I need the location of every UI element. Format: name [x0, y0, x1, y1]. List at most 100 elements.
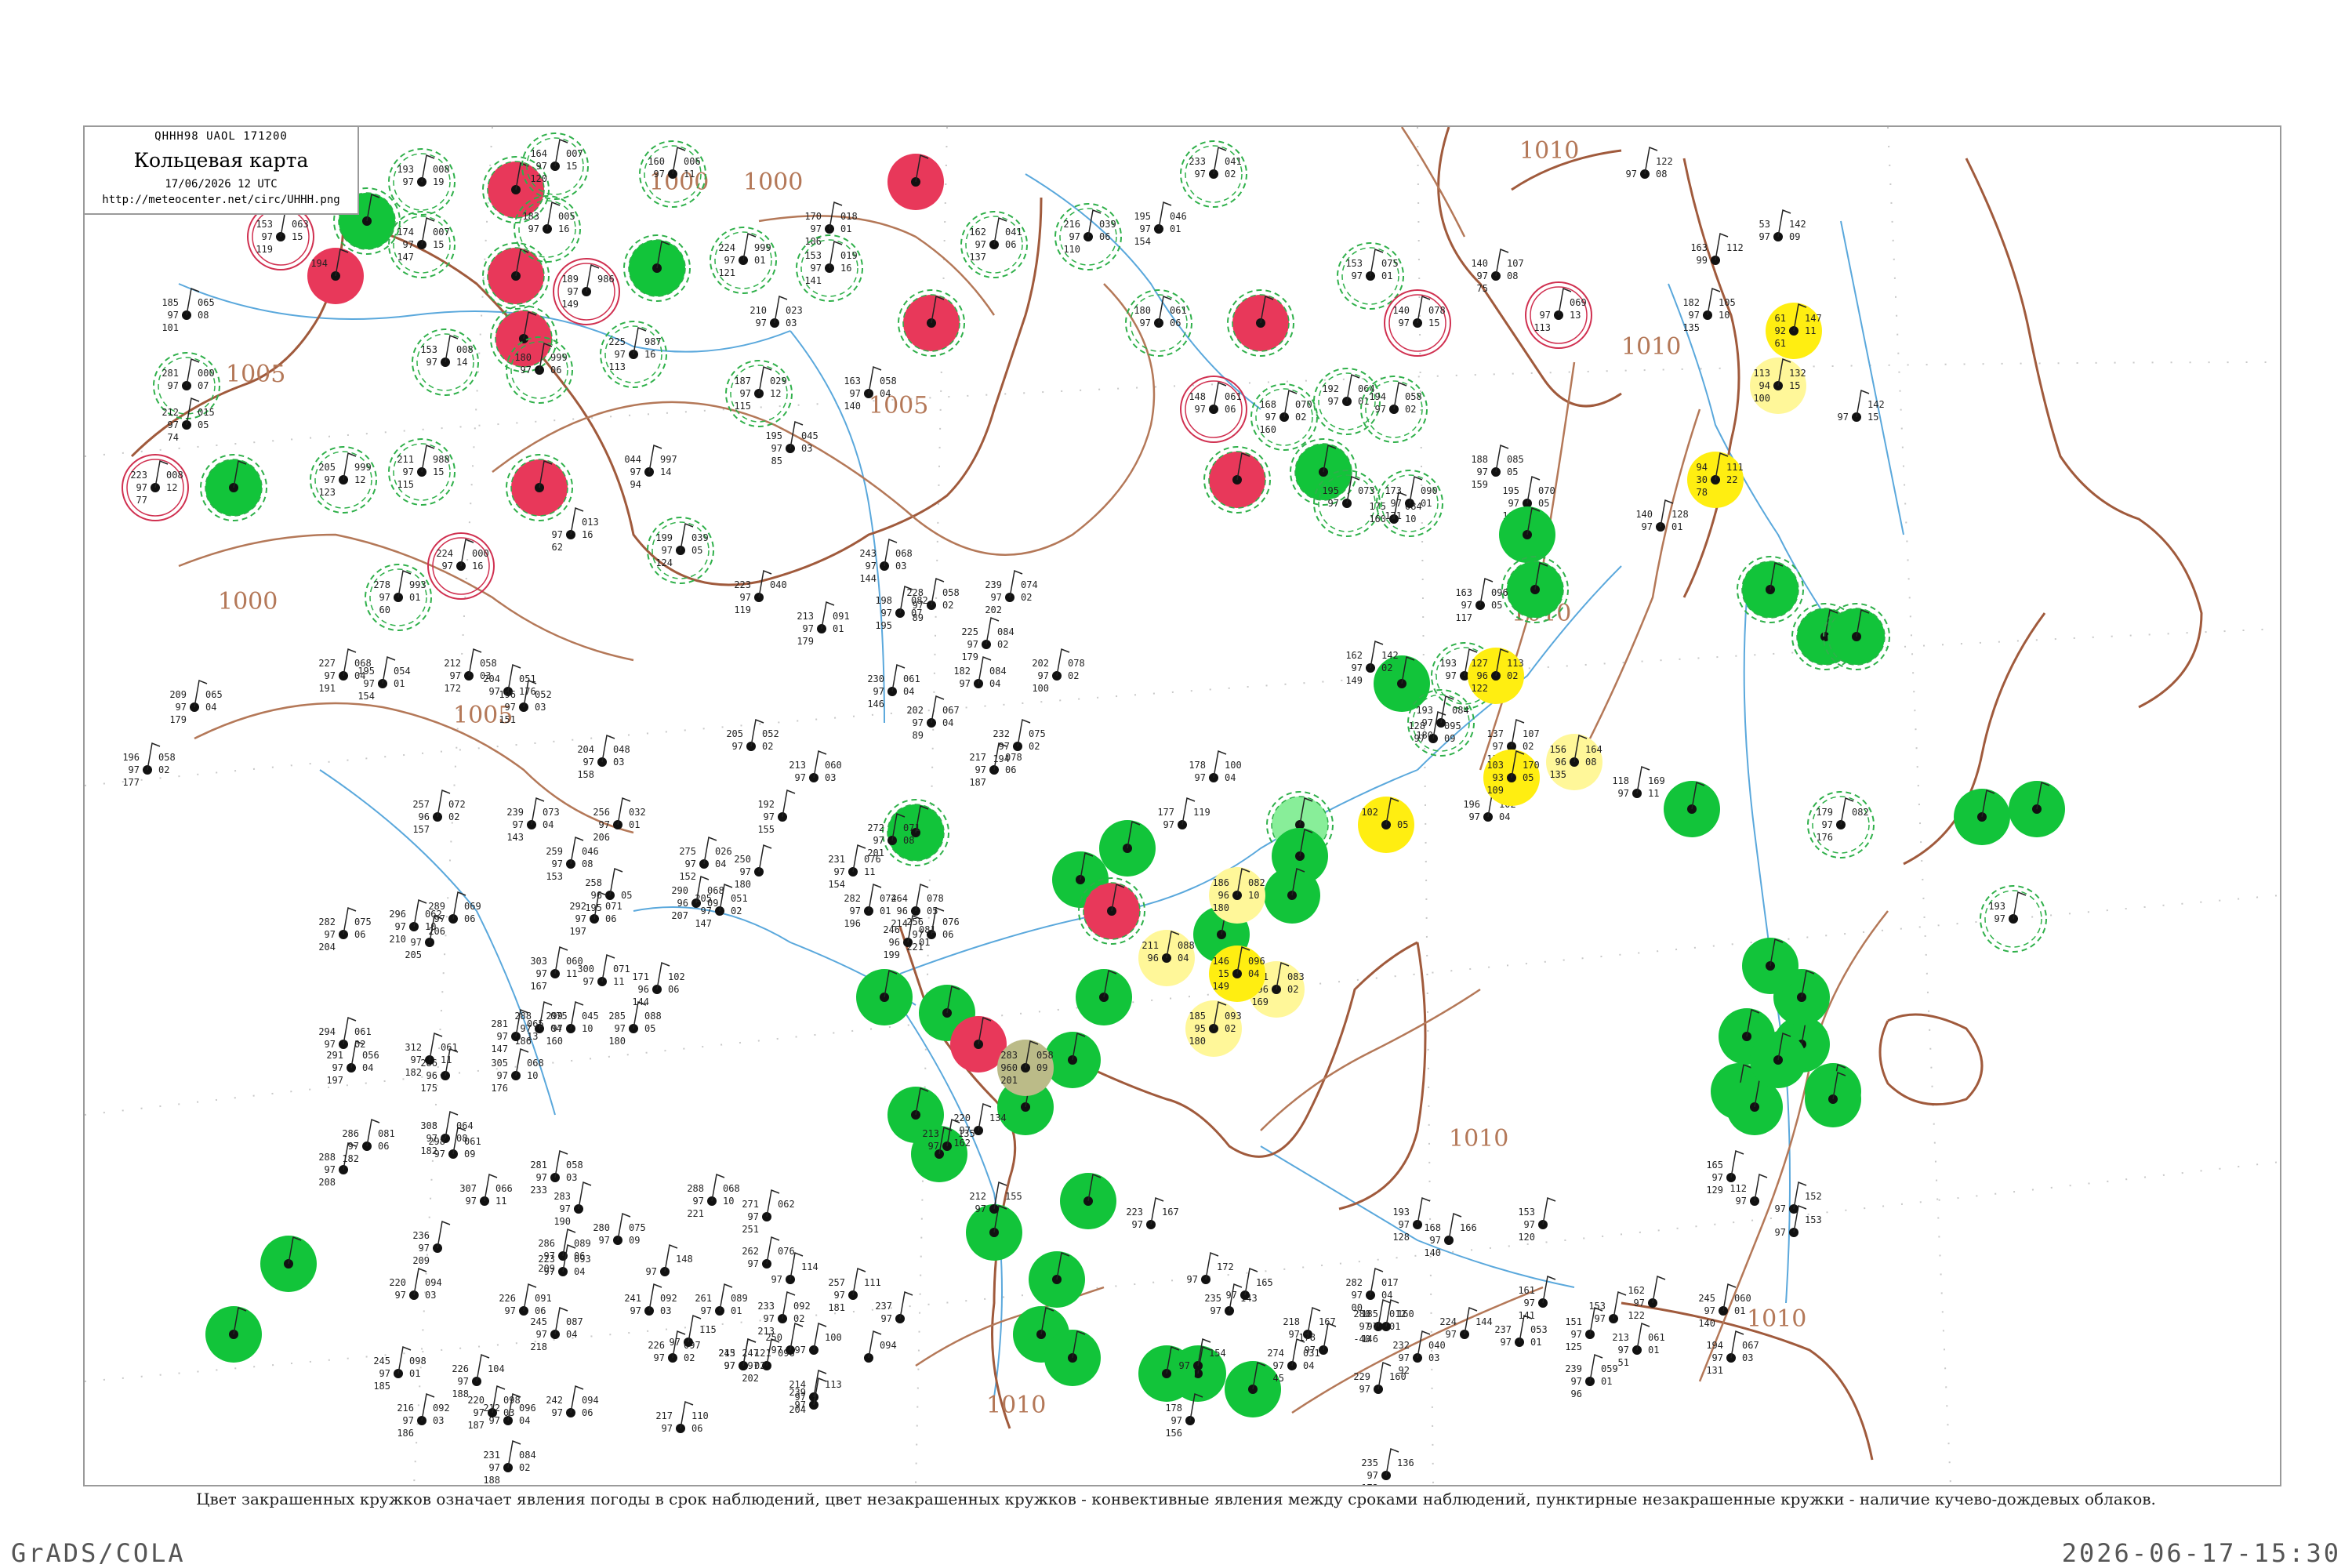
station-marker[interactable]: 174 007 97 15 147: [388, 211, 456, 278]
station-marker[interactable]: 178 100 97 04: [1189, 750, 1242, 783]
station-marker[interactable]: 171 102 96 06 144: [632, 961, 685, 1007]
station-marker[interactable]: 223 008 97 12 77: [122, 454, 189, 521]
station-marker[interactable]: 286 08197 06182: [342, 1118, 395, 1164]
station-marker[interactable]: 162 97 122: [1628, 1275, 1666, 1321]
station-marker[interactable]: 299 045 97 10 160: [546, 1000, 599, 1047]
station-marker[interactable]: 153 008 97 14: [412, 328, 479, 396]
station-marker[interactable]: 224 999 97 01 121: [710, 227, 777, 294]
station-marker[interactable]: 242 094 97 06: [546, 1385, 599, 1418]
station-marker[interactable]: 204 048 97 03 158: [577, 734, 630, 780]
station-marker[interactable]: 186 082 96 10 180: [1209, 867, 1265, 924]
station-marker[interactable]: 163 096 97 05 117: [1455, 577, 1508, 623]
station-marker[interactable]: 303 06097 11167: [530, 946, 583, 992]
station-marker[interactable]: 230 061 97 04 146: [867, 663, 920, 710]
station-marker[interactable]: 187 029 97 12 115: [725, 360, 793, 427]
station-marker[interactable]: 069 97 13 113: [1525, 281, 1592, 349]
station-marker[interactable]: 177 119 97: [1157, 797, 1210, 830]
station-marker[interactable]: 202 078 97 02 100: [1032, 648, 1085, 694]
station-marker[interactable]: 245 098 97 01 185: [373, 1345, 426, 1392]
station-marker[interactable]: 100 97: [795, 1322, 842, 1356]
station-marker[interactable]: [260, 1236, 317, 1292]
station-marker[interactable]: 256 032 97 01 206: [593, 797, 646, 843]
map-url[interactable]: http://meteocenter.net/circ/UHHH.png: [85, 194, 358, 206]
station-marker[interactable]: 19297 155: [757, 789, 796, 835]
station-marker[interactable]: [482, 242, 550, 310]
station-marker[interactable]: 232 04097 0392: [1392, 1330, 1446, 1376]
station-marker[interactable]: 164 007 97 15 120: [521, 132, 589, 200]
station-marker[interactable]: 231 084 97 02 188: [483, 1439, 536, 1485]
station-marker[interactable]: [1203, 446, 1271, 514]
station-marker[interactable]: 118 169 97 11: [1612, 765, 1665, 799]
station-marker[interactable]: 205 999 97 12 123: [310, 446, 377, 514]
station-marker[interactable]: 300 071 97 11: [577, 953, 630, 987]
station-marker[interactable]: 281 058 97 03 233: [530, 1149, 583, 1196]
station-marker[interactable]: [1138, 1345, 1195, 1402]
station-marker[interactable]: 152 97: [1775, 1181, 1822, 1214]
station-marker[interactable]: 278 993 97 01 60: [365, 564, 432, 631]
station-marker[interactable]: 275 026 97 04 152: [679, 836, 732, 882]
station-marker[interactable]: 228 058 97 02 89: [906, 577, 960, 623]
station-marker[interactable]: 257 072 96 02 157: [412, 789, 466, 835]
station-marker[interactable]: 114 97: [771, 1251, 818, 1285]
station-marker[interactable]: [856, 969, 913, 1025]
station-marker[interactable]: 216 092 97 03 186: [397, 1392, 450, 1439]
station-marker[interactable]: 28696175: [420, 1047, 459, 1094]
station-marker[interactable]: 094: [864, 1330, 897, 1363]
station-marker[interactable]: 226 104 97188: [452, 1353, 505, 1399]
station-marker[interactable]: 168 070 97 02 160: [1250, 383, 1318, 451]
station-marker[interactable]: 243 068 97 03 144: [859, 538, 913, 584]
station-marker[interactable]: 289 069 97 06 206: [428, 891, 481, 937]
station-marker[interactable]: 185 093 95 02 180: [1185, 1000, 1242, 1057]
station-marker[interactable]: [623, 234, 691, 302]
station-marker[interactable]: [200, 454, 267, 521]
station-marker[interactable]: 294 061 97 02: [318, 1016, 372, 1050]
station-marker[interactable]: 211 088 96 04: [1138, 930, 1195, 986]
station-marker[interactable]: 122 97 08: [1626, 146, 1673, 180]
station-marker[interactable]: 257 111 97181: [828, 1267, 881, 1313]
station-marker[interactable]: 282 01797 0400: [1345, 1267, 1399, 1313]
station-marker[interactable]: [1099, 820, 1156, 877]
station-marker[interactable]: 142 97 15: [1838, 389, 1885, 423]
station-marker[interactable]: [898, 289, 965, 357]
station-marker[interactable]: 189 986 97 149: [553, 258, 620, 325]
station-marker[interactable]: 196 058 97 02 177: [122, 742, 176, 788]
station-marker[interactable]: 044 997 97 14 94: [624, 444, 677, 490]
station-marker[interactable]: 209 065 97 04 179: [169, 679, 223, 725]
station-marker[interactable]: [1750, 1032, 1806, 1088]
station-marker[interactable]: 205 052 97 02: [726, 718, 779, 752]
station-marker[interactable]: 140 128 97 01: [1635, 499, 1689, 532]
station-marker[interactable]: 259 046 97 08 153: [546, 836, 599, 882]
station-marker[interactable]: [506, 454, 573, 521]
station-marker[interactable]: 165 97: [1226, 1267, 1273, 1301]
station-marker[interactable]: 307 066 97 11: [459, 1173, 513, 1207]
station-marker[interactable]: 148 97: [646, 1243, 693, 1277]
station-marker[interactable]: 194 067 97 03 131: [1706, 1330, 1759, 1376]
station-marker[interactable]: 213 061 97 01 51: [1612, 1322, 1665, 1368]
station-marker[interactable]: 25097 180: [734, 844, 772, 890]
station-marker[interactable]: 217 07897 06187: [969, 742, 1022, 788]
station-marker[interactable]: [1060, 1173, 1116, 1229]
station-marker[interactable]: 161 97 141: [1518, 1275, 1556, 1321]
station-marker[interactable]: 153 075 97 01: [1337, 242, 1404, 310]
station-marker[interactable]: 216 039 97 06 110: [1054, 203, 1122, 270]
station-marker[interactable]: 140 107 97 08 75: [1471, 248, 1524, 294]
station-marker[interactable]: 223 040 97119: [734, 569, 787, 615]
station-marker[interactable]: 288 068 97 10 221: [687, 1173, 740, 1219]
station-marker[interactable]: 23797: [875, 1290, 913, 1324]
station-marker[interactable]: 28397 190: [554, 1181, 592, 1227]
station-marker[interactable]: 239 059 97 01 96: [1565, 1353, 1618, 1399]
station-marker[interactable]: 239 073 97 04 143: [506, 797, 560, 843]
station-marker[interactable]: 211 988 97 15 115: [388, 438, 456, 506]
station-marker[interactable]: 188 085 97 05 159: [1471, 444, 1524, 490]
station-marker[interactable]: 127 113 96 02 122: [1468, 648, 1524, 704]
station-marker[interactable]: 15397 120: [1518, 1196, 1556, 1243]
station-marker[interactable]: 94 111 30 22 78: [1687, 452, 1744, 508]
station-marker[interactable]: 148 061 97 06: [1180, 376, 1247, 443]
station-marker[interactable]: 226 091 97 06: [499, 1283, 552, 1316]
station-marker[interactable]: 173 090 97 01 171: [1376, 470, 1443, 537]
station-marker[interactable]: [887, 154, 944, 210]
station-marker[interactable]: 168 166 97140: [1424, 1212, 1477, 1258]
station-marker[interactable]: 128 095 97 09: [1408, 710, 1461, 744]
station-marker[interactable]: 280 075 97 09: [593, 1212, 646, 1246]
station-marker[interactable]: 224 000 97 16: [427, 532, 495, 600]
